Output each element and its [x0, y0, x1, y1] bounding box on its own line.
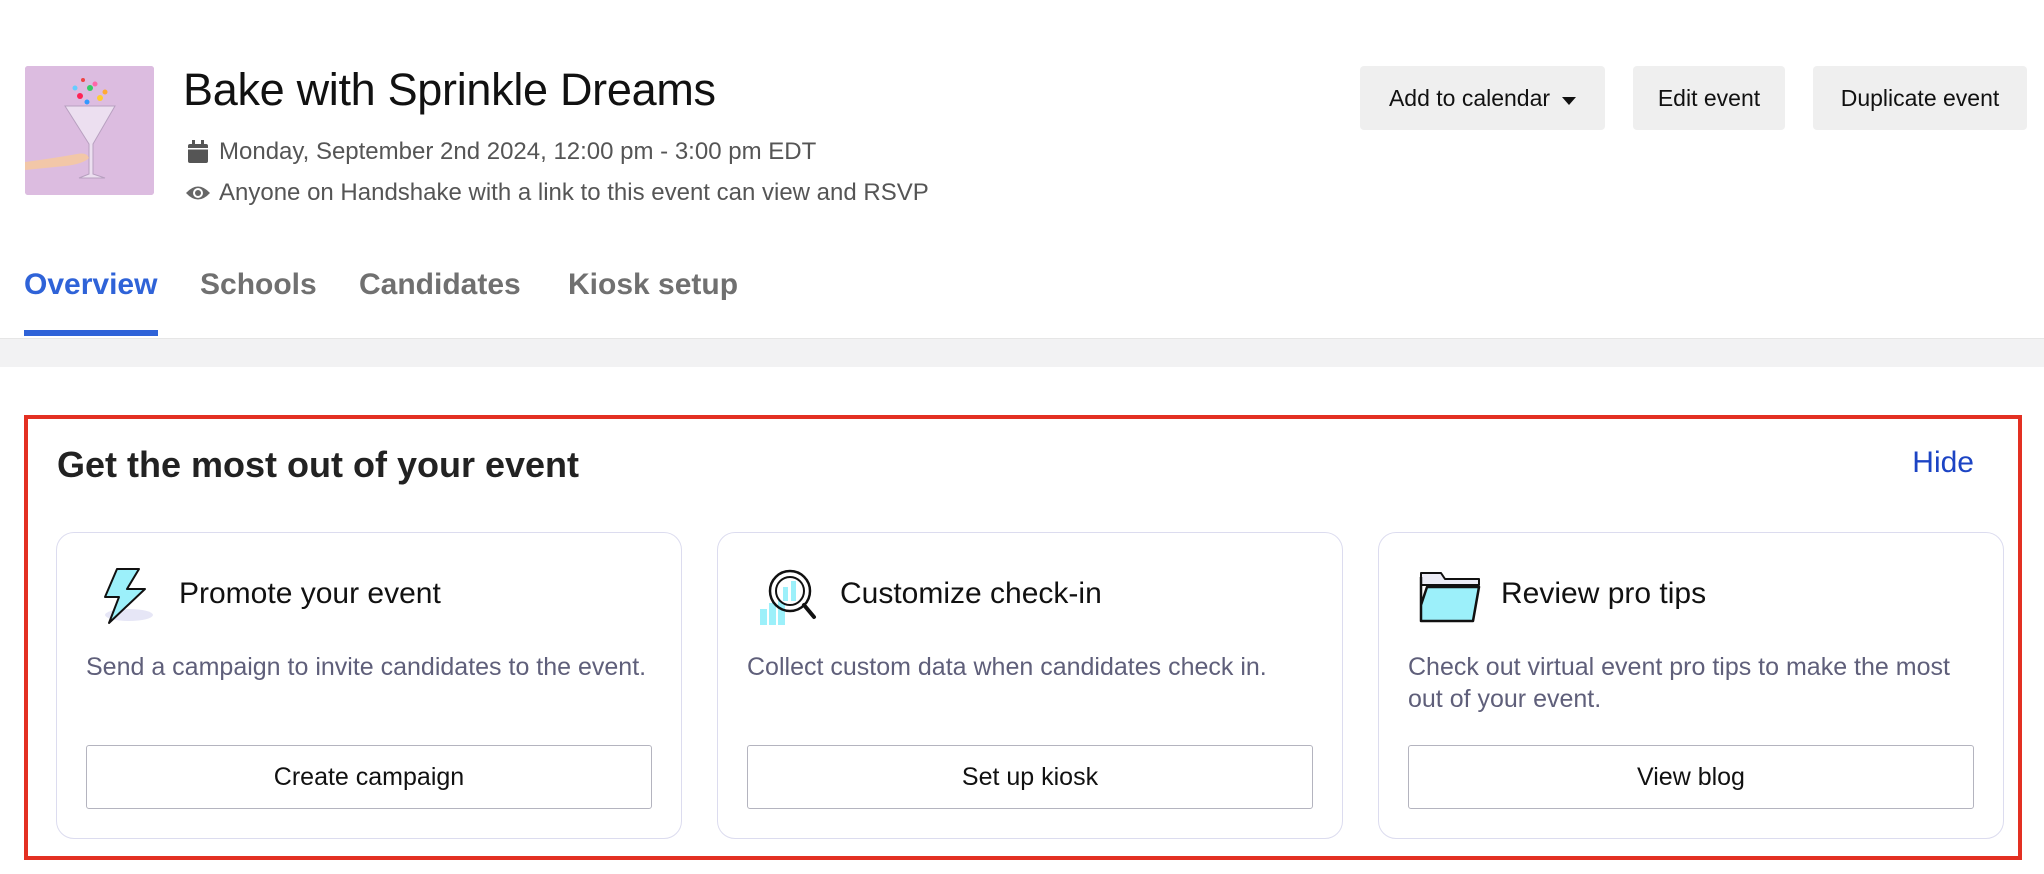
- card-title: Customize check-in: [840, 577, 1102, 610]
- event-title: Bake with Sprinkle Dreams: [183, 64, 716, 115]
- tab-schools[interactable]: Schools: [200, 268, 317, 336]
- event-date-time: Monday, September 2nd 2024, 12:00 pm - 3…: [219, 138, 817, 165]
- tab-kiosk-setup[interactable]: Kiosk setup: [568, 268, 738, 336]
- card-title: Promote your event: [179, 577, 441, 610]
- event-thumbnail: [25, 66, 154, 195]
- card-title: Review pro tips: [1501, 577, 1707, 610]
- view-blog-button[interactable]: View blog: [1408, 745, 1974, 809]
- tab-candidates[interactable]: Candidates: [359, 268, 521, 336]
- add-to-calendar-button[interactable]: Add to calendar: [1360, 66, 1605, 130]
- duplicate-event-button[interactable]: Duplicate event: [1813, 66, 2027, 130]
- edit-event-button[interactable]: Edit event: [1633, 66, 1785, 130]
- add-to-calendar-label: Add to calendar: [1388, 84, 1551, 111]
- tips-panel: Get the most out of your event Hide Prom…: [24, 415, 2022, 860]
- promote-event-card: Promote your event Send a campaign to in…: [56, 532, 682, 839]
- card-description: Send a campaign to invite candidates to …: [86, 653, 647, 681]
- calendar-icon: [185, 139, 211, 165]
- event-visibility-row: Anyone on Handshake with a link to this …: [185, 179, 929, 207]
- section-divider: [0, 338, 2044, 367]
- customize-checkin-card: Customize check-in Collect custom data w…: [717, 532, 1343, 839]
- event-visibility-text: Anyone on Handshake with a link to this …: [219, 179, 929, 206]
- folder-icon: [1417, 565, 1481, 627]
- lightning-bolt-icon: [95, 565, 157, 627]
- create-campaign-button[interactable]: Create campaign: [86, 745, 652, 809]
- eye-icon: [185, 180, 211, 206]
- card-description: Collect custom data when candidates chec…: [747, 653, 1267, 681]
- panel-title: Get the most out of your event: [57, 444, 580, 485]
- tab-overview[interactable]: Overview: [24, 268, 158, 336]
- card-description: Check out virtual event pro tips to make…: [1408, 653, 1950, 713]
- hide-link[interactable]: Hide: [1912, 446, 1974, 480]
- review-pro-tips-card: Review pro tips Check out virtual event …: [1378, 532, 2004, 839]
- caret-down-icon: [1562, 85, 1577, 112]
- set-up-kiosk-button[interactable]: Set up kiosk: [747, 745, 1313, 809]
- event-date-row: Monday, September 2nd 2024, 12:00 pm - 3…: [185, 138, 816, 166]
- magnifier-chart-icon: [756, 565, 818, 627]
